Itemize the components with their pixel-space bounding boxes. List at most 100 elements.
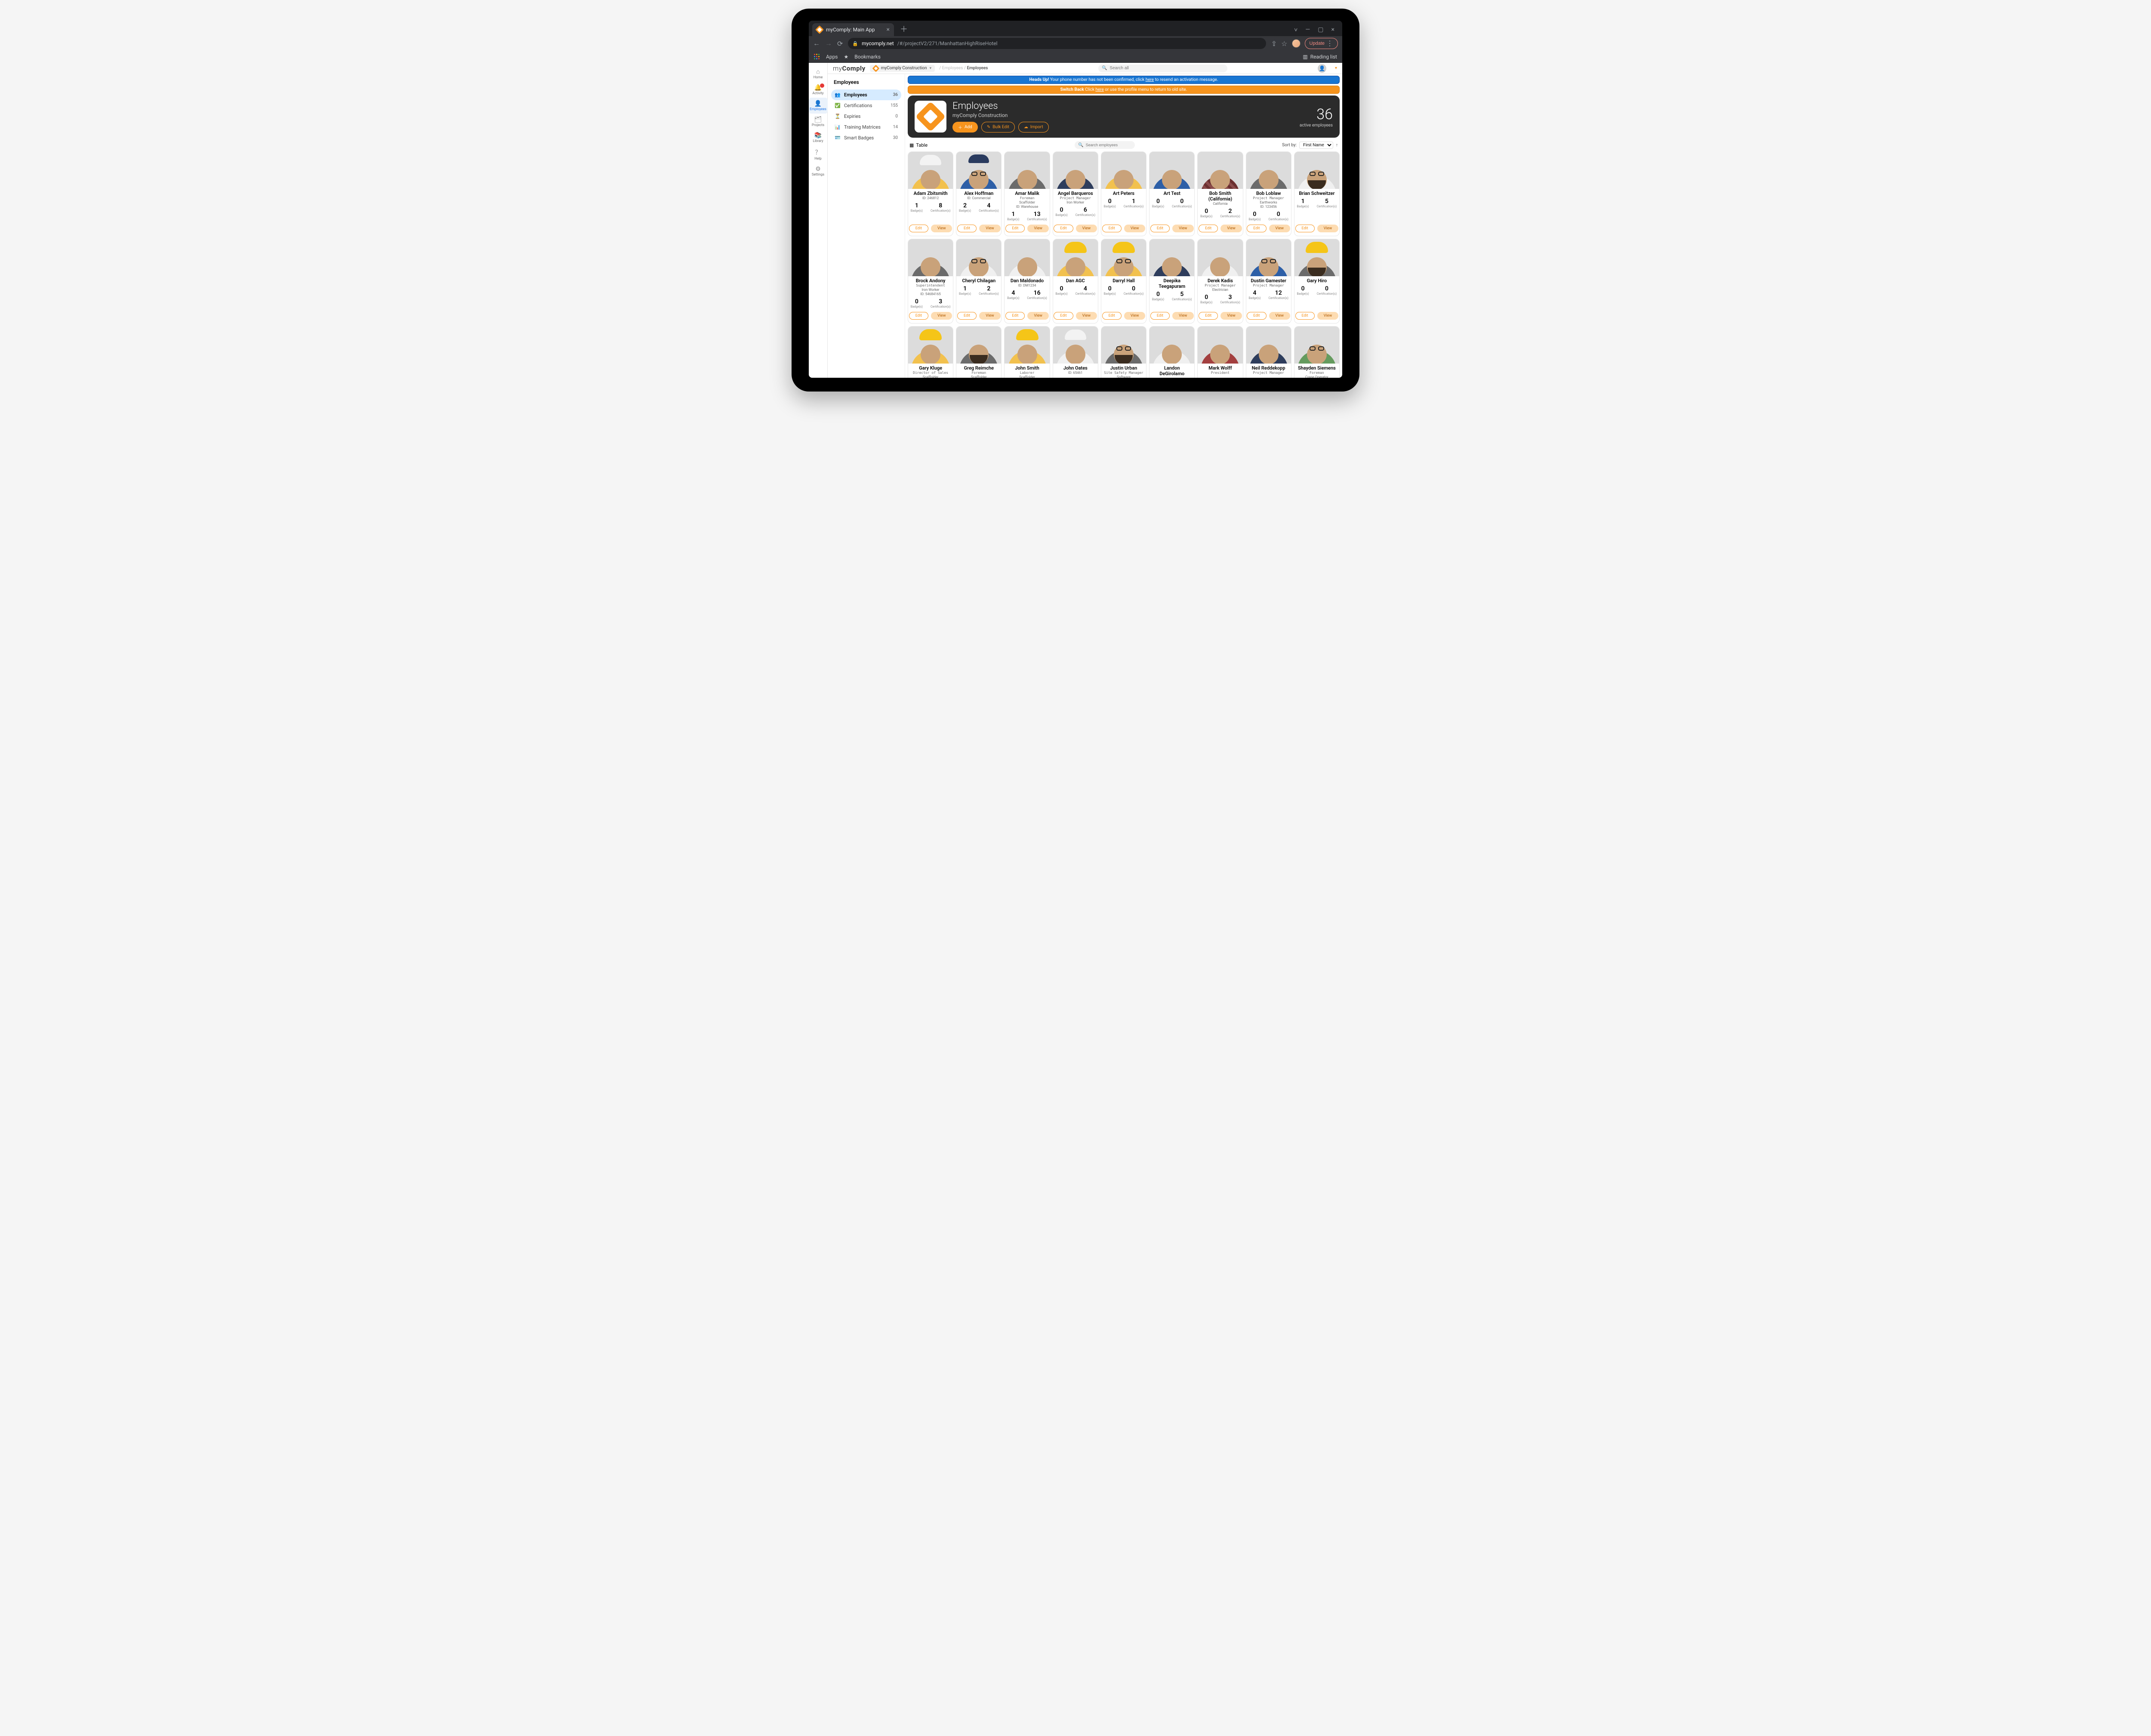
sort-select[interactable]: First Name: [1299, 142, 1333, 149]
view-button[interactable]: View: [1317, 312, 1338, 320]
view-button[interactable]: View: [1172, 225, 1193, 232]
employee-stats: 4Badge(s) 16Certification(s): [1005, 288, 1049, 301]
browser-tab[interactable]: myComply: Main App ×: [812, 23, 894, 36]
employee-search[interactable]: 🔍: [1075, 141, 1135, 149]
star-icon[interactable]: ☆: [1281, 40, 1287, 48]
add-button[interactable]: ＋Add: [952, 122, 978, 133]
edit-button[interactable]: Edit: [1102, 225, 1122, 232]
sidebar-item-expiries[interactable]: ⏳ Expiries 0: [831, 111, 901, 122]
share-icon[interactable]: ⇪: [1271, 40, 1277, 48]
sidebar-item-employees[interactable]: 👥 Employees 36: [831, 89, 901, 100]
sidebar-item-smart-badges[interactable]: 🪪 Smart Badges 30: [831, 133, 901, 143]
window-min-icon[interactable]: —: [1305, 26, 1310, 34]
company-logo: [915, 101, 946, 133]
view-button[interactable]: View: [1269, 225, 1290, 232]
sidebar-item-training-matrices[interactable]: 📊 Training Matrices 14: [831, 122, 901, 133]
view-button[interactable]: View: [931, 225, 952, 232]
window-min-icon[interactable]: ˅: [1294, 26, 1297, 34]
employee-stats: 0Badge(s) 3Certification(s): [908, 296, 953, 309]
company-selector[interactable]: myComply Construction ▾: [870, 65, 935, 72]
chevron-down-icon[interactable]: ▾: [1331, 66, 1337, 71]
employee-search-input[interactable]: [1086, 143, 1132, 147]
edit-button[interactable]: Edit: [1199, 225, 1218, 232]
sidebar-item-certifications[interactable]: ✅ Certifications 155: [831, 100, 901, 111]
view-button[interactable]: View: [979, 225, 1000, 232]
sort-asc-icon[interactable]: ↑: [1336, 143, 1338, 148]
apps-label[interactable]: Apps: [826, 54, 838, 60]
edit-button[interactable]: Edit: [909, 225, 928, 232]
view-button[interactable]: View: [1317, 225, 1338, 232]
nav-employees[interactable]: 👤Employees: [809, 98, 828, 114]
back-icon[interactable]: ←: [813, 39, 820, 48]
bookmarks-label[interactable]: Bookmarks: [854, 54, 881, 60]
edit-button[interactable]: Edit: [957, 225, 977, 232]
cert-count: 0: [1172, 198, 1192, 205]
employee-name: Dustin Gamester: [1246, 276, 1291, 284]
global-search[interactable]: 🔍: [1098, 65, 1227, 72]
apps-icon[interactable]: [814, 54, 820, 60]
nav-settings[interactable]: ⚙Settings: [809, 163, 828, 179]
sidebar-item-label: Smart Badges: [844, 135, 874, 141]
employee-photo: [1005, 239, 1049, 276]
edit-button[interactable]: Edit: [957, 312, 977, 320]
bulk-edit-button[interactable]: ✎Bulk Edit: [981, 122, 1015, 133]
edit-button[interactable]: Edit: [1054, 312, 1073, 320]
edit-button[interactable]: Edit: [1247, 225, 1266, 232]
view-button[interactable]: View: [1269, 312, 1290, 320]
nav-help[interactable]: ？Help: [809, 145, 828, 163]
edit-button[interactable]: Edit: [1054, 225, 1073, 232]
reload-icon[interactable]: ⟳: [837, 40, 843, 48]
global-search-input[interactable]: [1109, 66, 1224, 71]
new-tab-button[interactable]: ＋: [896, 23, 912, 36]
employee-photo: [1005, 327, 1049, 364]
nav-library[interactable]: 📚Library: [809, 130, 828, 145]
browser-update-button[interactable]: Update ⋮: [1305, 38, 1338, 49]
home-icon: ⌂: [809, 68, 828, 75]
nav-activity[interactable]: 🔔Activity: [809, 82, 828, 98]
window-close-icon[interactable]: ×: [1331, 26, 1334, 34]
close-tab-icon[interactable]: ×: [887, 26, 890, 33]
profile-avatar-icon[interactable]: [1292, 39, 1300, 48]
app-logo[interactable]: myComply: [833, 65, 866, 72]
window-controls: ˅ — ▢ ×: [1294, 26, 1339, 36]
nav-projects[interactable]: 🗂Projects: [809, 114, 828, 130]
view-button[interactable]: View: [1220, 312, 1242, 320]
badge-count: 1: [1007, 211, 1019, 218]
window-max-icon[interactable]: ▢: [1318, 26, 1323, 34]
edit-button[interactable]: Edit: [1295, 225, 1315, 232]
employee-stats: 1Badge(s) 8Certification(s): [908, 200, 953, 213]
badge-count: 1: [911, 202, 923, 209]
edit-button[interactable]: Edit: [1295, 312, 1315, 320]
view-button[interactable]: View: [1076, 225, 1097, 232]
banner-switch-link[interactable]: here: [1095, 87, 1103, 92]
view-button[interactable]: View: [1172, 312, 1193, 320]
sidebar-item-icon: ⏳: [835, 114, 841, 119]
edit-button[interactable]: Edit: [1150, 225, 1170, 232]
banner-info-link[interactable]: here: [1146, 77, 1154, 82]
table-toggle[interactable]: ▦ Table: [909, 142, 928, 148]
view-button[interactable]: View: [931, 312, 952, 320]
view-button[interactable]: View: [979, 312, 1000, 320]
reading-list-button[interactable]: ▥ Reading list: [1303, 54, 1337, 60]
edit-button[interactable]: Edit: [909, 312, 928, 320]
view-button[interactable]: View: [1027, 312, 1048, 320]
view-button[interactable]: View: [1027, 225, 1048, 232]
import-button[interactable]: ☁Import: [1018, 122, 1049, 133]
view-button[interactable]: View: [1124, 312, 1145, 320]
sidebar-item-label: Expiries: [844, 114, 860, 119]
forward-icon[interactable]: →: [825, 39, 832, 48]
edit-button[interactable]: Edit: [1199, 312, 1218, 320]
employee-card: Shayden SiemensForemanCrane Operator 3Ba…: [1294, 326, 1340, 378]
employee-name: Derek Kadis: [1198, 276, 1242, 284]
user-avatar[interactable]: 👤: [1318, 64, 1326, 73]
edit-button[interactable]: Edit: [1150, 312, 1170, 320]
nav-home[interactable]: ⌂Home: [809, 65, 828, 82]
url-input[interactable]: 🔒 mycomply.net/#/projectV2/271/Manhattan…: [848, 38, 1266, 49]
view-button[interactable]: View: [1076, 312, 1097, 320]
edit-button[interactable]: Edit: [1102, 312, 1122, 320]
edit-button[interactable]: Edit: [1247, 312, 1266, 320]
view-button[interactable]: View: [1124, 225, 1145, 232]
edit-button[interactable]: Edit: [1005, 225, 1025, 232]
view-button[interactable]: View: [1220, 225, 1242, 232]
edit-button[interactable]: Edit: [1005, 312, 1025, 320]
